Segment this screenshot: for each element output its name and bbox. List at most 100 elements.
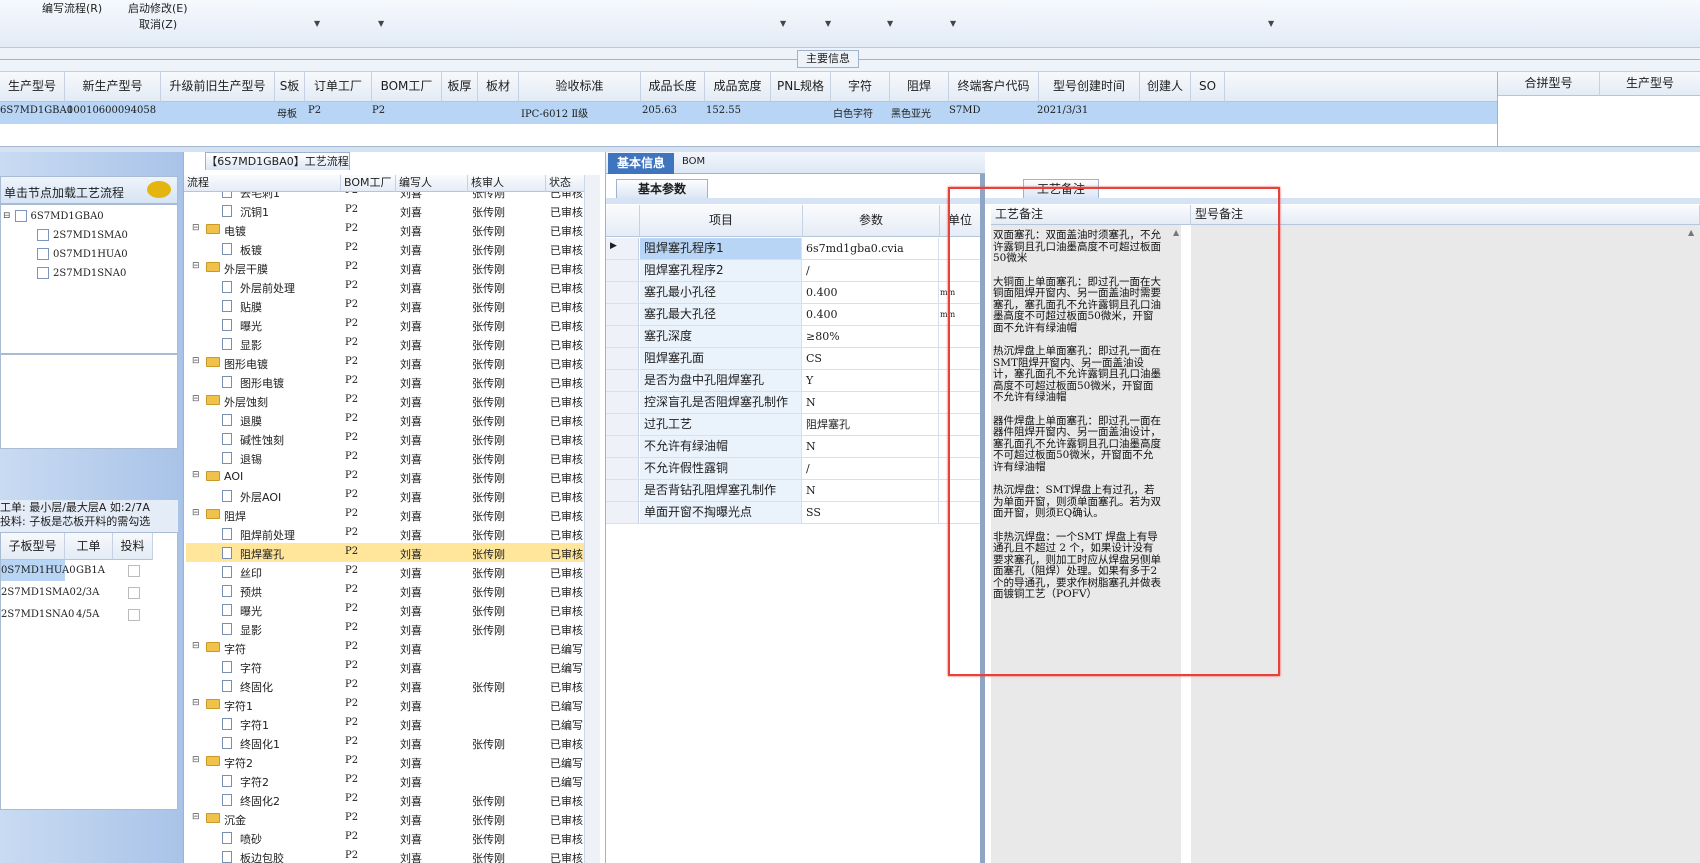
param-row[interactable]: 单面开窗不掏曝光点 SS [606, 502, 981, 524]
vertical-scrollbar[interactable] [584, 175, 600, 863]
param-row[interactable]: 阻焊塞孔程序2 / [606, 260, 981, 282]
sub-board-id[interactable]: 2S7MD1SNA0 [1, 609, 74, 620]
dropdown-arrow-icon[interactable]: ▼ [314, 19, 320, 28]
flow-row[interactable]: 字符1 P2 刘喜 已编写 [186, 714, 596, 733]
tab-basic-info[interactable]: 基本信息 [608, 153, 674, 174]
flow-row[interactable]: 退膜 P2 刘喜 张传刚 已审核 [186, 410, 596, 429]
flow-row[interactable]: 阻焊前处理 P2 刘喜 张传刚 已审核 [186, 524, 596, 543]
col-header[interactable]: BOM工厂 [372, 72, 442, 102]
param-value[interactable]: SS [803, 502, 939, 523]
param-row[interactable]: 控深盲孔是否阻焊塞孔制作 N [606, 392, 981, 414]
flow-row[interactable]: 字符 P2 刘喜 已编写 [186, 657, 596, 676]
flow-row[interactable]: 板边包胶 P2 刘喜 张传刚 已审核 [186, 847, 596, 863]
flow-row[interactable]: ⊟ 字符2 P2 刘喜 已编写 [186, 752, 596, 771]
col-header[interactable]: 新生产型号 [65, 72, 161, 102]
dropdown-arrow-icon[interactable]: ▼ [825, 19, 831, 28]
col-header[interactable]: 订单工厂 [305, 72, 372, 102]
col-header[interactable]: BOM工厂 [341, 175, 396, 192]
col-header[interactable]: S板 [275, 72, 305, 102]
col-header[interactable]: 验收标准 [519, 72, 641, 102]
flow-row[interactable]: 贴膜 P2 刘喜 张传刚 已审核 [186, 296, 596, 315]
dropdown-arrow-icon[interactable]: ▼ [780, 19, 786, 28]
flow-row[interactable]: 板镀 P2 刘喜 张传刚 已审核 [186, 239, 596, 258]
flow-row[interactable]: ⊟ 外层干膜 P2 刘喜 张传刚 已审核 [186, 258, 596, 277]
dropdown-arrow-icon[interactable]: ▼ [887, 19, 893, 28]
scroll-up-icon[interactable]: ▲ [1688, 228, 1694, 237]
param-row[interactable]: ▶ 阻焊塞孔程序1 6s7md1gba0.cvia [606, 238, 981, 260]
col-header[interactable]: 板厚 [442, 72, 478, 102]
param-value[interactable]: N [803, 480, 939, 501]
col-header[interactable]: 参数 [803, 205, 940, 237]
flow-row[interactable]: 沉铜1 P2 刘喜 张传刚 已审核 [186, 201, 596, 220]
sub-board-id[interactable]: 2S7MD1SMA0 [1, 587, 76, 598]
dropdown-arrow-icon[interactable]: ▼ [1268, 19, 1274, 28]
collapse-icon[interactable]: ⊟ [192, 641, 200, 651]
flow-row[interactable]: ⊟ AOI P2 刘喜 张传刚 已审核 [186, 467, 596, 486]
flow-row[interactable]: 外层前处理 P2 刘喜 张传刚 已审核 [186, 277, 596, 296]
flow-row[interactable]: 图形电镀 P2 刘喜 张传刚 已审核 [186, 372, 596, 391]
param-value[interactable]: / [803, 458, 939, 479]
col-header[interactable]: 项目 [640, 205, 803, 237]
dropdown-arrow-icon[interactable]: ▼ [378, 19, 384, 28]
col-header[interactable]: 流程 [184, 175, 341, 192]
work-order[interactable]: GB1A [76, 565, 105, 576]
col-header[interactable]: 终端客户代码 [949, 72, 1039, 102]
col-header[interactable]: 字符 [831, 72, 890, 102]
flow-row[interactable]: 外层AOI P2 刘喜 张传刚 已审核 [186, 486, 596, 505]
tab-bom[interactable]: BOM [682, 156, 705, 167]
feed-checkbox[interactable] [128, 609, 140, 621]
flow-row[interactable]: 终固化1 P2 刘喜 张传刚 已审核 [186, 733, 596, 752]
flow-row[interactable]: ⊟ 阻焊 P2 刘喜 张传刚 已审核 [186, 505, 596, 524]
flow-row[interactable]: 显影 P2 刘喜 张传刚 已审核 [186, 619, 596, 638]
collapse-icon[interactable]: ⊟ [192, 812, 200, 822]
flow-row[interactable]: ⊟ 字符 P2 刘喜 已编写 [186, 638, 596, 657]
work-order[interactable]: 4/5A [76, 609, 99, 620]
param-value[interactable]: 6s7md1gba0.cvia [803, 238, 939, 259]
flow-row[interactable]: 丝印 P2 刘喜 张传刚 已审核 [186, 562, 596, 581]
param-value[interactable]: N [803, 392, 939, 413]
flow-row[interactable]: ⊟ 沉金 P2 刘喜 张传刚 已审核 [186, 809, 596, 828]
collapse-icon[interactable]: ⊟ [192, 470, 200, 480]
flow-row[interactable]: 曝光 P2 刘喜 张传刚 已审核 [186, 600, 596, 619]
param-value[interactable]: 0.400 [803, 304, 939, 325]
col-header[interactable]: 投料 [113, 533, 153, 560]
col-header[interactable]: 工单 [65, 533, 113, 560]
tree-node[interactable]: 0S7MD1HUA0 [37, 248, 128, 260]
menu-start-modify[interactable]: 启动修改(E) [128, 0, 188, 16]
param-value[interactable]: N [803, 436, 939, 457]
table-row[interactable] [0, 102, 1497, 124]
flow-row[interactable]: 显影 P2 刘喜 张传刚 已审核 [186, 334, 596, 353]
col-header[interactable]: 阻焊 [890, 72, 949, 102]
flow-row[interactable]: 去毛刺1 P2 刘喜 张传刚 已审核 [186, 192, 596, 201]
param-row[interactable]: 过孔工艺 阻焊塞孔 [606, 414, 981, 436]
tree-node[interactable]: 2S7MD1SNA0 [37, 267, 126, 279]
collapse-icon[interactable]: ⊟ [192, 356, 200, 366]
collapse-icon[interactable]: ⊟ [192, 261, 200, 271]
menu-write-flow[interactable]: 编写流程(R) [42, 0, 102, 16]
param-value[interactable]: 0.400 [803, 282, 939, 303]
param-value[interactable]: ≥80% [803, 326, 939, 347]
menu-cancel[interactable]: 取消(Z) [139, 16, 177, 32]
flow-row[interactable]: 终固化 P2 刘喜 张传刚 已审核 [186, 676, 596, 695]
feed-checkbox[interactable] [128, 587, 140, 599]
param-row[interactable]: 不允许假性露铜 / [606, 458, 981, 480]
sub-board-id[interactable]: 0S7MD1HUA0 [1, 565, 76, 576]
collapse-icon[interactable]: ⊟ [192, 223, 200, 233]
col-header[interactable]: 创建人 [1140, 72, 1191, 102]
col-header[interactable]: 板材 [478, 72, 519, 102]
tree-node[interactable]: ⊟ 6S7MD1GBA0 [3, 210, 104, 222]
col-header[interactable]: 核审人 [468, 175, 546, 192]
flow-row[interactable]: 曝光 P2 刘喜 张传刚 已审核 [186, 315, 596, 334]
dropdown-arrow-icon[interactable]: ▼ [950, 19, 956, 28]
param-row[interactable]: 阻焊塞孔面 CS [606, 348, 981, 370]
param-value[interactable]: Y [803, 370, 939, 391]
col-header[interactable]: 成品宽度 [705, 72, 771, 102]
col-header[interactable]: 生产型号 [1600, 72, 1700, 96]
flow-row[interactable]: 预烘 P2 刘喜 张传刚 已审核 [186, 581, 596, 600]
col-header[interactable]: 升级前旧生产型号 [161, 72, 275, 102]
flow-row[interactable]: ⊟ 外层蚀刻 P2 刘喜 张传刚 已审核 [186, 391, 596, 410]
flow-row[interactable]: ⊟ 电镀 P2 刘喜 张传刚 已审核 [186, 220, 596, 239]
param-row[interactable]: 塞孔最小孔径 0.400 mm [606, 282, 981, 304]
param-row[interactable]: 不允许有绿油帽 N [606, 436, 981, 458]
flow-row[interactable]: ⊟ 图形电镀 P2 刘喜 张传刚 已审核 [186, 353, 596, 372]
